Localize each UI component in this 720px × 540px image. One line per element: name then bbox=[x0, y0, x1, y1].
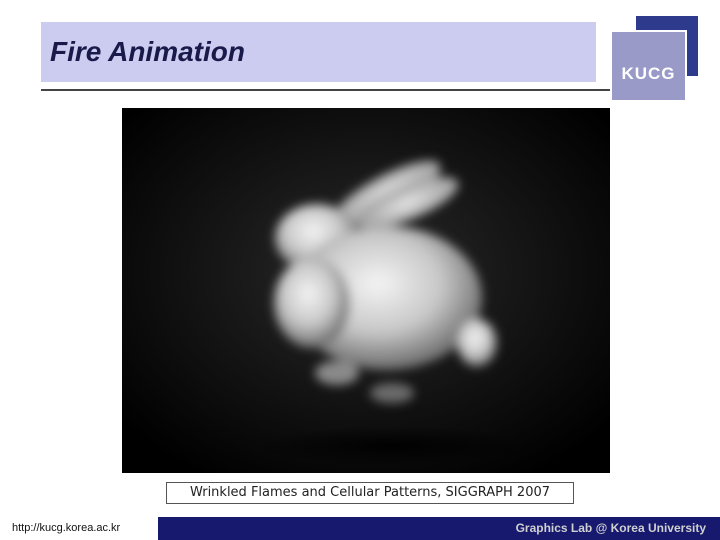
footer-bar: http://kucg.korea.ac.kr Graphics Lab @ K… bbox=[0, 517, 720, 540]
bunny-fire-render bbox=[122, 108, 610, 473]
kucg-logo: KUCG bbox=[610, 30, 687, 102]
title-divider bbox=[41, 89, 610, 91]
image-caption: Wrinkled Flames and Cellular Patterns, S… bbox=[166, 482, 574, 504]
slide-title: Fire Animation bbox=[50, 36, 245, 67]
footer-url[interactable]: http://kucg.korea.ac.kr bbox=[12, 517, 120, 540]
footer-url-box: http://kucg.korea.ac.kr bbox=[0, 517, 158, 540]
bunny-image bbox=[122, 108, 610, 473]
footer-credit: Graphics Lab @ Korea University bbox=[515, 521, 706, 535]
logo-text: KUCG bbox=[621, 64, 676, 83]
